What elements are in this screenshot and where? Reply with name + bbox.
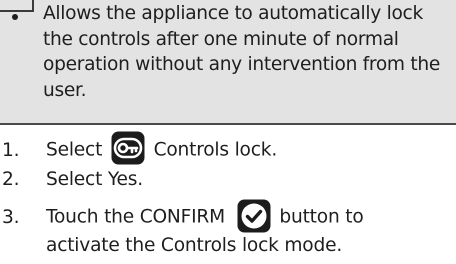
note-box: Allows the appliance to automatically lo… <box>0 0 456 125</box>
step-number: 2. <box>2 169 20 190</box>
step-text-after: button to <box>273 206 364 228</box>
step-3-continuation: activate the Controls lock mode. <box>46 235 343 256</box>
key-lock-icon <box>111 131 145 165</box>
step-number: 1. <box>2 139 20 161</box>
step-text-after: Controls lock. <box>147 139 278 161</box>
step-1: 1. Select Controls lock. <box>0 131 278 167</box>
note-corner-mark <box>0 0 34 12</box>
bullet-dot <box>12 14 18 20</box>
checkmark-icon <box>237 199 271 233</box>
note-text: Allows the appliance to automatically lo… <box>43 3 440 101</box>
step-2: 2. Select Yes. <box>0 168 143 192</box>
step-text: Select Yes. <box>46 169 143 190</box>
step-number: 3. <box>2 206 20 228</box>
step-3: 3. Touch the CONFIRM button to <box>0 199 364 234</box>
step-text-before: Select <box>46 139 108 161</box>
step-text-before: Touch the CONFIRM <box>46 206 231 228</box>
